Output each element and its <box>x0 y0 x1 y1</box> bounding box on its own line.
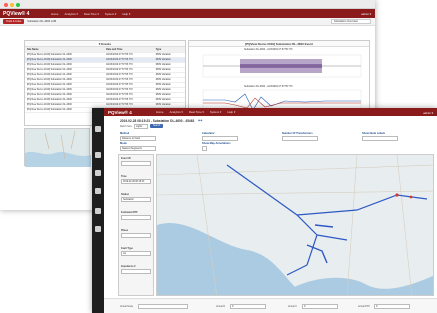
detail-field-input[interactable] <box>121 269 151 274</box>
detail-field-input[interactable]: LG <box>121 251 151 256</box>
events-icon[interactable] <box>95 152 101 158</box>
actual-dtf-field[interactable]: 0 <box>374 304 410 309</box>
detail-field-label: Time <box>121 175 127 178</box>
tools-links-button[interactable]: Tools & Links <box>3 19 25 24</box>
event-detail-panel: Event ID Time 2019-02-28 08:15:23 Station Su… <box>118 154 154 296</box>
detail-field-input[interactable] <box>121 161 151 166</box>
toolbar-text: Substation DL-4600 LOB <box>27 20 57 23</box>
node-labels-label: Show Node Labels <box>362 132 386 135</box>
menu-system[interactable]: System ▾ <box>210 110 222 114</box>
close-window-button[interactable] <box>4 3 8 7</box>
app-logo: PQView® 4 <box>108 109 132 115</box>
detail-field: Event ID <box>119 155 153 173</box>
actual-node-field[interactable] <box>138 304 188 309</box>
map-image <box>157 155 433 295</box>
detail-field-label: Phase <box>121 229 129 232</box>
view-select[interactable]: Substation Overview <box>331 19 371 24</box>
main-menu: Home Analytics ▾ Real-Time ▾ System ▾ He… <box>156 110 235 114</box>
map-thumbnail[interactable] <box>24 128 91 167</box>
menu-home[interactable]: Home <box>51 12 58 16</box>
detail-field-input[interactable] <box>121 215 151 220</box>
fault-marker-icon[interactable] <box>395 193 399 197</box>
mode-select[interactable]: Nearest Segments <box>120 146 156 151</box>
waveform-chart-1 <box>202 54 362 78</box>
waveform-icon[interactable] <box>95 170 101 176</box>
method-label: Method <box>120 132 130 135</box>
mode-label: Mode <box>120 142 127 145</box>
events-title-text: Events <box>101 42 112 46</box>
actual-x-label: Actual X <box>288 305 297 308</box>
sidebar <box>92 108 104 313</box>
menu-help[interactable]: Help ▾ <box>227 110 235 114</box>
app-logo: PQView® 4 <box>3 10 30 17</box>
detail-field-label: Estimated DTF <box>121 211 138 214</box>
menu-help[interactable]: Help ▾ <box>122 12 130 16</box>
user-menu[interactable]: admin ▾ <box>423 111 433 115</box>
dashboard-icon[interactable] <box>95 126 101 132</box>
chart-title: [PQView Demo 2019] Substation DL-4600 Ev… <box>189 41 369 47</box>
detail-field-label: Fault Type <box>121 247 133 250</box>
fault-location-window: PQView® 4 Home Analytics ▾ Real-Time ▾ S… <box>92 108 437 313</box>
menu-system[interactable]: System ▾ <box>105 12 117 16</box>
page-title: 2019-02-28 08:15:23 - Substation DL-4600… <box>120 119 195 123</box>
match-size-select[interactable]: Lights <box>134 124 148 129</box>
node-labels-select[interactable] <box>362 136 398 141</box>
detail-field: Phase <box>119 227 153 245</box>
actual-r-label: Actual R <box>216 305 226 308</box>
detail-field: Impedance Z <box>119 263 153 281</box>
detail-field: Estimated DTF <box>119 209 153 227</box>
menu-real-time[interactable]: Real-Time ▾ <box>84 12 99 16</box>
fault-marker-icon[interactable] <box>409 195 413 199</box>
actual-r-field[interactable]: 0 <box>230 304 266 309</box>
detail-field-label: Event ID <box>121 157 131 160</box>
window-titlebar <box>0 0 375 9</box>
map-thumbnail-image <box>25 130 91 167</box>
app-header: PQView® 4 Home Analytics ▾ Real-Time ▾ S… <box>0 9 375 18</box>
minimize-window-button[interactable] <box>10 3 14 7</box>
detail-field-input[interactable]: 2019-02-28 08:15:23 <box>121 179 151 184</box>
detail-field-input[interactable]: Substation <box>121 197 151 202</box>
detail-field: Fault Type LG <box>119 245 153 263</box>
menu-real-time[interactable]: Real-Time ▾ <box>189 110 204 114</box>
actual-dtf-label: Actual DTF <box>358 305 370 308</box>
actual-x-field[interactable]: 0 <box>302 304 338 309</box>
status-indicators: ◉◉ <box>198 119 203 122</box>
menu-analytics[interactable]: Analytics ▾ <box>64 12 77 16</box>
transformers-label: Number Of Transformers <box>282 132 313 135</box>
match-size-label: Match Size <box>120 125 132 128</box>
maximize-window-button[interactable] <box>16 3 20 7</box>
calculator-select[interactable] <box>202 136 238 141</box>
main-menu: Home Analytics ▾ Real-Time ▾ System ▾ He… <box>51 12 130 16</box>
detail-field: Station Substation <box>119 191 153 209</box>
calculator-label: Calculator <box>202 132 215 135</box>
detail-field: Time 2019-02-28 08:15:23 <box>119 173 153 191</box>
actual-node-label: Actual Node <box>120 305 134 308</box>
transformers-select[interactable] <box>282 136 318 141</box>
detail-field-label: Impedance Z <box>121 265 136 268</box>
map-view[interactable] <box>156 154 434 296</box>
bottom-bar: Actual Node Actual R 0 Actual X 0 Actual… <box>104 298 437 313</box>
menu-home[interactable]: Home <box>156 110 163 114</box>
trends-icon[interactable] <box>95 188 101 194</box>
reports-icon[interactable] <box>95 208 101 214</box>
detail-field-input[interactable] <box>121 233 151 238</box>
map-annotations-label: Show Map Annotations <box>202 142 231 145</box>
settings-gear-icon[interactable] <box>95 226 101 232</box>
search-button[interactable]: Search <box>150 124 164 128</box>
app-header: PQView® 4 Home Analytics ▾ Real-Time ▾ S… <box>104 108 437 116</box>
user-menu[interactable]: admin ▾ <box>361 12 371 16</box>
method-select[interactable]: Distance to Fault <box>120 136 156 141</box>
menu-analytics[interactable]: Analytics ▾ <box>169 110 182 114</box>
map-annotations-checkbox[interactable] <box>202 146 207 151</box>
detail-field-label: Station <box>121 193 130 196</box>
events-table: Site Name Date and Time Type [PQView Dem… <box>25 47 185 113</box>
toolbar: Tools & Links Substation DL-4600 LOB Sub… <box>0 18 375 26</box>
